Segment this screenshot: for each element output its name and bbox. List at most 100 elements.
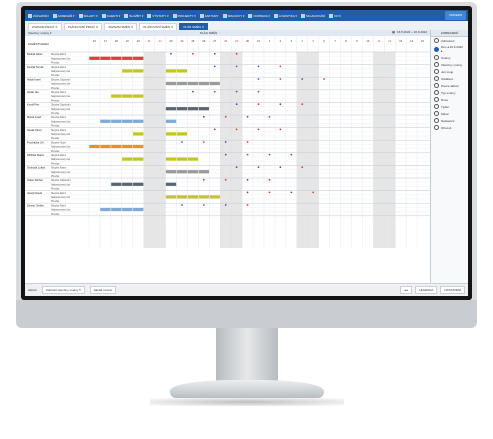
menu-item[interactable]: SMLOUVY ▾ — [222, 13, 244, 18]
menu-item[interactable]: SKLADY ▾ — [78, 13, 98, 18]
panel-option[interactable]: Obnovit — [431, 124, 468, 131]
shift-cell[interactable] — [122, 207, 133, 212]
shift-cell[interactable] — [176, 107, 188, 111]
shift-cell[interactable] — [122, 119, 133, 123]
search-input[interactable]: Hledat směnu — [89, 286, 117, 294]
radio-icon[interactable] — [434, 62, 439, 67]
status-action-button[interactable]: NASTAVENÍ — [440, 286, 465, 294]
date-range[interactable]: ▦ 16.5.2022 – 16.6.2022 — [392, 30, 427, 34]
shift-cell[interactable] — [100, 56, 111, 60]
shift-cell[interactable] — [209, 195, 220, 199]
shift-cell[interactable] — [176, 195, 188, 199]
tab[interactable]: ZÁZNAM SMĚN ✕ — [104, 23, 138, 30]
shift-cell[interactable] — [198, 107, 209, 111]
shift-cell[interactable] — [100, 119, 111, 123]
shift-cell[interactable] — [198, 81, 209, 86]
shift-cell[interactable] — [133, 182, 144, 186]
shift-cell[interactable] — [133, 94, 144, 98]
shift-cell[interactable] — [187, 81, 199, 86]
panel-option[interactable]: Den ◂ 16.6.2022 ▸ — [431, 44, 468, 54]
menu-item[interactable]: ZÁKAZNÍCI — [28, 13, 49, 18]
menu-item[interactable]: LOGISTIKA ▾ — [273, 13, 297, 18]
shift-cell[interactable] — [133, 119, 144, 123]
shift-cell[interactable] — [122, 157, 133, 161]
shift-cell[interactable] — [122, 56, 133, 60]
shift-filter-select[interactable]: Zobrazit všechny směny ▾ — [42, 286, 85, 294]
radio-icon[interactable] — [434, 125, 439, 130]
menu-item[interactable]: ADRESÁŘ ▾ — [52, 13, 75, 18]
shift-cell[interactable] — [111, 56, 122, 60]
radio-icon[interactable] — [434, 83, 439, 88]
shift-cell[interactable] — [187, 107, 199, 111]
shift-cell[interactable] — [133, 157, 144, 161]
radio-icon[interactable] — [434, 90, 439, 95]
filter-dropdown[interactable]: Všechny směny ▾ — [28, 31, 52, 35]
shift-cell[interactable] — [122, 144, 133, 149]
tab[interactable]: ZÁZNAM PRACÍ ✕ — [28, 23, 62, 30]
shift-cell[interactable] — [165, 81, 177, 86]
panel-option[interactable]: Týden — [431, 103, 468, 110]
shift-cell[interactable] — [133, 144, 144, 149]
shift-cell[interactable] — [165, 132, 177, 136]
panel-option[interactable]: Jen moje — [431, 68, 468, 75]
radio-icon[interactable] — [434, 97, 439, 102]
menu-item[interactable]: CO ▾ — [329, 13, 341, 18]
panel-option[interactable]: Nastavení — [431, 117, 468, 124]
shift-cell[interactable] — [100, 207, 111, 212]
shift-cell[interactable] — [165, 170, 177, 174]
panel-option[interactable]: Typ směny — [431, 89, 468, 96]
shift-cell[interactable] — [133, 207, 144, 212]
shift-cell[interactable] — [198, 195, 209, 199]
tab[interactable]: PLÁN SMĚN ✕ — [179, 23, 209, 30]
menu-item[interactable]: DOPRAVA ▾ — [248, 13, 270, 18]
shift-cell[interactable] — [176, 132, 188, 136]
shift-cell[interactable] — [133, 132, 144, 136]
radio-icon[interactable] — [434, 69, 439, 74]
shift-cell[interactable] — [176, 157, 188, 161]
menu-item[interactable]: SLUŽBY ▾ — [124, 13, 143, 18]
shift-cell[interactable] — [187, 195, 199, 199]
radio-icon[interactable] — [434, 118, 439, 123]
menu-item[interactable]: FAKTURY — [199, 13, 219, 18]
shift-cell[interactable] — [111, 144, 122, 149]
shift-cell[interactable] — [187, 157, 199, 161]
shift-cell[interactable] — [89, 56, 100, 60]
radio-icon[interactable] — [434, 111, 439, 116]
shift-cell[interactable] — [187, 170, 199, 174]
shift-cell[interactable] — [165, 69, 177, 73]
shift-cell[interactable] — [111, 94, 122, 98]
shift-cell[interactable] — [122, 69, 133, 73]
menu-item[interactable]: VÝSTUPY ▾ — [147, 13, 169, 18]
radio-icon[interactable] — [434, 104, 439, 109]
shift-cell[interactable] — [133, 56, 144, 60]
menu-item[interactable]: PROJEKTY ▾ — [172, 13, 196, 18]
shift-cell[interactable] — [198, 170, 209, 174]
panel-option[interactable]: Směny — [431, 54, 468, 61]
radio-icon[interactable] — [434, 76, 439, 81]
shift-cell[interactable] — [100, 144, 111, 149]
status-action-button[interactable]: ◂ ▸ — [400, 286, 413, 294]
menu-item[interactable]: KLIENTI ▾ — [101, 13, 120, 18]
shift-cell[interactable] — [176, 69, 188, 73]
shift-cell[interactable] — [176, 81, 188, 86]
tab[interactable]: PLÁNOVÁNÍ PRACÍ ✕ — [63, 23, 103, 30]
radio-icon[interactable] — [434, 38, 439, 43]
status-action-button[interactable]: LEGENDA — [415, 286, 438, 294]
shift-cell[interactable] — [176, 170, 188, 174]
radio-icon[interactable] — [434, 46, 439, 52]
panel-option[interactable]: Měsíc — [431, 110, 468, 117]
radio-icon[interactable] — [434, 55, 439, 60]
shift-cell[interactable] — [111, 207, 122, 212]
shift-cell[interactable] — [165, 107, 177, 111]
shift-cell[interactable] — [111, 119, 122, 123]
panel-option[interactable]: Dnes — [431, 96, 468, 103]
shift-cell[interactable] — [133, 69, 144, 73]
orders-button[interactable]: ORDERS — [445, 11, 466, 20]
calendar-icon[interactable]: ▦ — [392, 30, 395, 34]
shift-cell[interactable] — [209, 81, 220, 86]
menu-item[interactable]: SKLADOVÁNÍ — [300, 13, 325, 18]
shift-cell[interactable] — [165, 157, 177, 161]
schedule-grid[interactable]: 16 17 18 19 20 21 22 23 24 25 26 27 28 29 30 31 1 2 3 4 5 6 7 8… — [25, 36, 430, 248]
shift-cell[interactable] — [89, 144, 100, 149]
panel-option[interactable]: Oddělení — [431, 75, 468, 82]
